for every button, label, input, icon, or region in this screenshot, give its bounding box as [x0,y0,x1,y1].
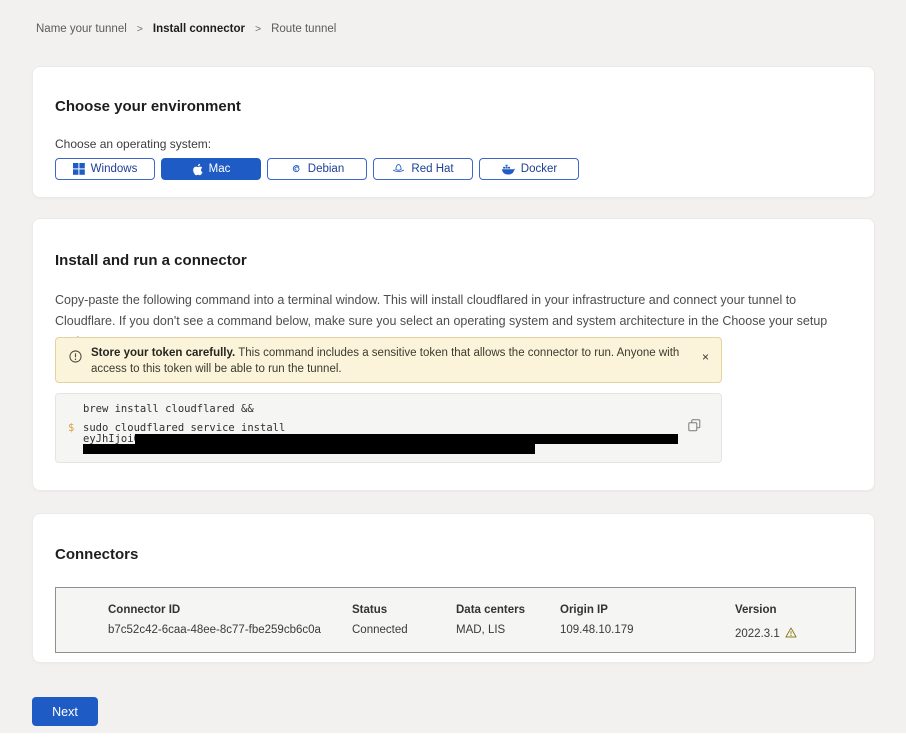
os-button-label: Windows [91,163,138,175]
breadcrumb: Name your tunnel > Install connector > R… [36,23,336,35]
token-warning-title: Store your token carefully. [91,347,235,359]
connectors-card-title: Connectors [55,514,874,563]
os-button-label: Mac [209,163,231,175]
column-header-version: Version [735,604,855,624]
install-command-code-block[interactable]: brew install cloudflared && $ sudo cloud… [55,393,722,463]
warning-triangle-icon[interactable] [785,627,797,641]
redhat-icon [392,163,405,175]
connectors-table: Connector ID Status Data centers Origin … [55,587,856,653]
breadcrumb-separator-icon: > [255,23,261,35]
copy-icon[interactable] [685,418,703,436]
version-cell: 2022.3.1 [735,624,855,644]
environment-card-title: Choose your environment [55,67,874,115]
version-value: 2022.3.1 [735,628,780,640]
redacted-token-bar [135,434,678,444]
origin-ip-value: 109.48.10.179 [560,624,735,644]
code-line-brew-install: brew install cloudflared && [83,403,254,415]
token-warning-text: Store your token carefully. This command… [91,346,692,377]
column-header-origin-ip: Origin IP [560,604,735,624]
status-badge: Connected [352,624,456,644]
windows-icon [73,163,85,175]
os-button-group: Windows Mac Debian Red Hat [55,158,874,180]
shell-prompt: $ [68,422,74,434]
os-button-windows[interactable]: Windows [55,158,155,180]
breadcrumb-step-install-connector[interactable]: Install connector [153,23,245,35]
os-button-redhat[interactable]: Red Hat [373,158,473,180]
os-button-label: Red Hat [411,163,453,175]
apple-icon [192,163,203,176]
breadcrumb-separator-icon: > [137,23,143,35]
os-button-docker[interactable]: Docker [479,158,579,180]
os-button-debian[interactable]: Debian [267,158,367,180]
column-header-status: Status [352,604,456,624]
install-card-title: Install and run a connector [55,219,874,269]
next-button[interactable]: Next [32,697,98,726]
breadcrumb-step-route-tunnel[interactable]: Route tunnel [271,23,336,35]
column-header-data-centers: Data centers [456,604,560,624]
breadcrumb-step-name-tunnel[interactable]: Name your tunnel [36,23,127,35]
tunnel-setup-page: Name your tunnel > Install connector > R… [0,0,906,740]
alert-circle-icon [69,350,82,368]
os-button-mac[interactable]: Mac [161,158,261,180]
bottom-strip [0,733,906,740]
os-select-label: Choose an operating system: [55,137,874,151]
connectors-card: Connectors Connector ID Status Data cent… [32,513,875,663]
column-header-connector-id: Connector ID [108,604,352,624]
redacted-token-bar [83,444,535,454]
close-icon[interactable]: × [702,351,709,363]
connector-id-value: b7c52c42-6caa-48ee-8c77-fbe259cb6c0a [108,624,352,644]
environment-card: Choose your environment Choose an operat… [32,66,875,198]
token-warning-banner: Store your token carefully. This command… [55,337,722,383]
data-centers-value: MAD, LIS [456,624,560,644]
install-connector-card: Install and run a connector Copy-paste t… [32,218,875,491]
docker-icon [501,164,515,175]
debian-icon [290,163,302,175]
os-button-label: Debian [308,163,344,175]
os-button-label: Docker [521,163,557,175]
